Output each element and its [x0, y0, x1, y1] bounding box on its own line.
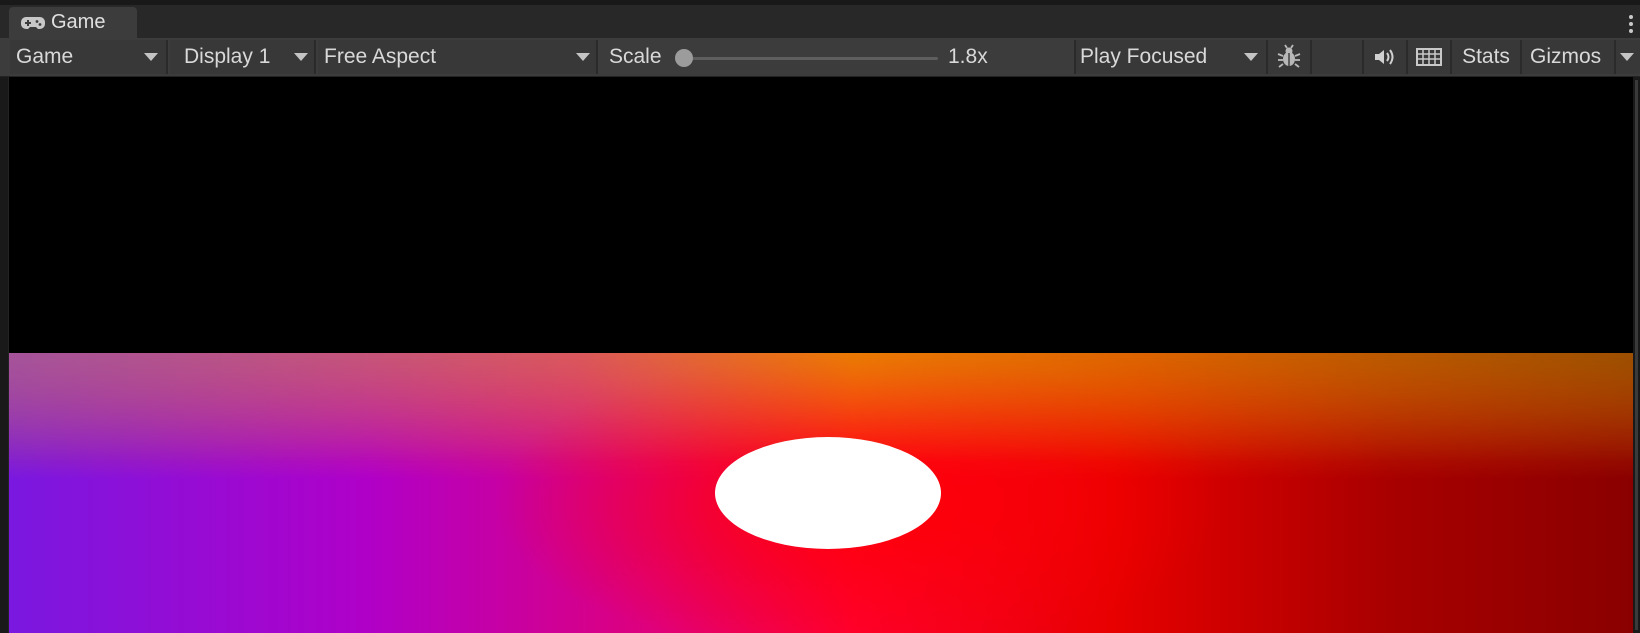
scale-slider-track[interactable] — [680, 57, 938, 60]
chevron-down-icon — [144, 53, 158, 61]
divider — [166, 40, 168, 74]
mute-audio-toggle[interactable] — [1364, 40, 1406, 74]
game-view-label: Game — [16, 45, 74, 68]
speaker-icon — [1375, 49, 1394, 65]
chevron-down-icon — [1244, 53, 1258, 61]
gamepad-icon — [21, 16, 45, 29]
divider — [596, 40, 598, 74]
play-mode-label: Play Focused — [1080, 45, 1208, 68]
tab-label: Game — [51, 11, 106, 33]
aspect-dropdown[interactable]: Free Aspect — [318, 40, 596, 74]
bug-icon — [1277, 44, 1301, 68]
chevron-down-icon — [1620, 53, 1634, 61]
game-viewport[interactable] — [8, 77, 1633, 633]
chevron-down-icon — [294, 53, 308, 61]
gizmos-toggle[interactable]: Gizmos — [1522, 40, 1614, 74]
scale-label: Scale — [609, 45, 662, 68]
tab-bar: Game — [0, 5, 1640, 39]
tab-game[interactable]: Game — [9, 7, 137, 38]
play-mode-dropdown[interactable]: Play Focused — [1076, 40, 1266, 74]
shortcuts-toggle[interactable] — [1408, 40, 1450, 74]
display-dropdown[interactable]: Display 1 — [170, 40, 314, 74]
scale-value: 1.8x — [948, 45, 988, 68]
aspect-label: Free Aspect — [324, 45, 437, 68]
white-ellipse — [715, 437, 941, 549]
gizmos-label: Gizmos — [1530, 45, 1602, 68]
scale-slider-handle[interactable] — [675, 49, 693, 67]
divider — [314, 40, 316, 74]
stats-label: Stats — [1462, 45, 1510, 68]
game-view-dropdown[interactable]: Game — [10, 40, 166, 74]
display-label: Display 1 — [184, 45, 271, 68]
stats-toggle[interactable]: Stats — [1452, 40, 1520, 74]
gizmos-dropdown[interactable] — [1616, 40, 1640, 74]
viewport-scrollbar[interactable] — [1635, 80, 1638, 630]
kebab-menu-icon[interactable] — [1628, 15, 1634, 35]
toolbar-empty-toggle[interactable] — [1312, 40, 1362, 74]
keyboard-icon — [1416, 48, 1442, 66]
debug-toggle[interactable] — [1268, 40, 1310, 74]
chevron-down-icon — [576, 53, 590, 61]
